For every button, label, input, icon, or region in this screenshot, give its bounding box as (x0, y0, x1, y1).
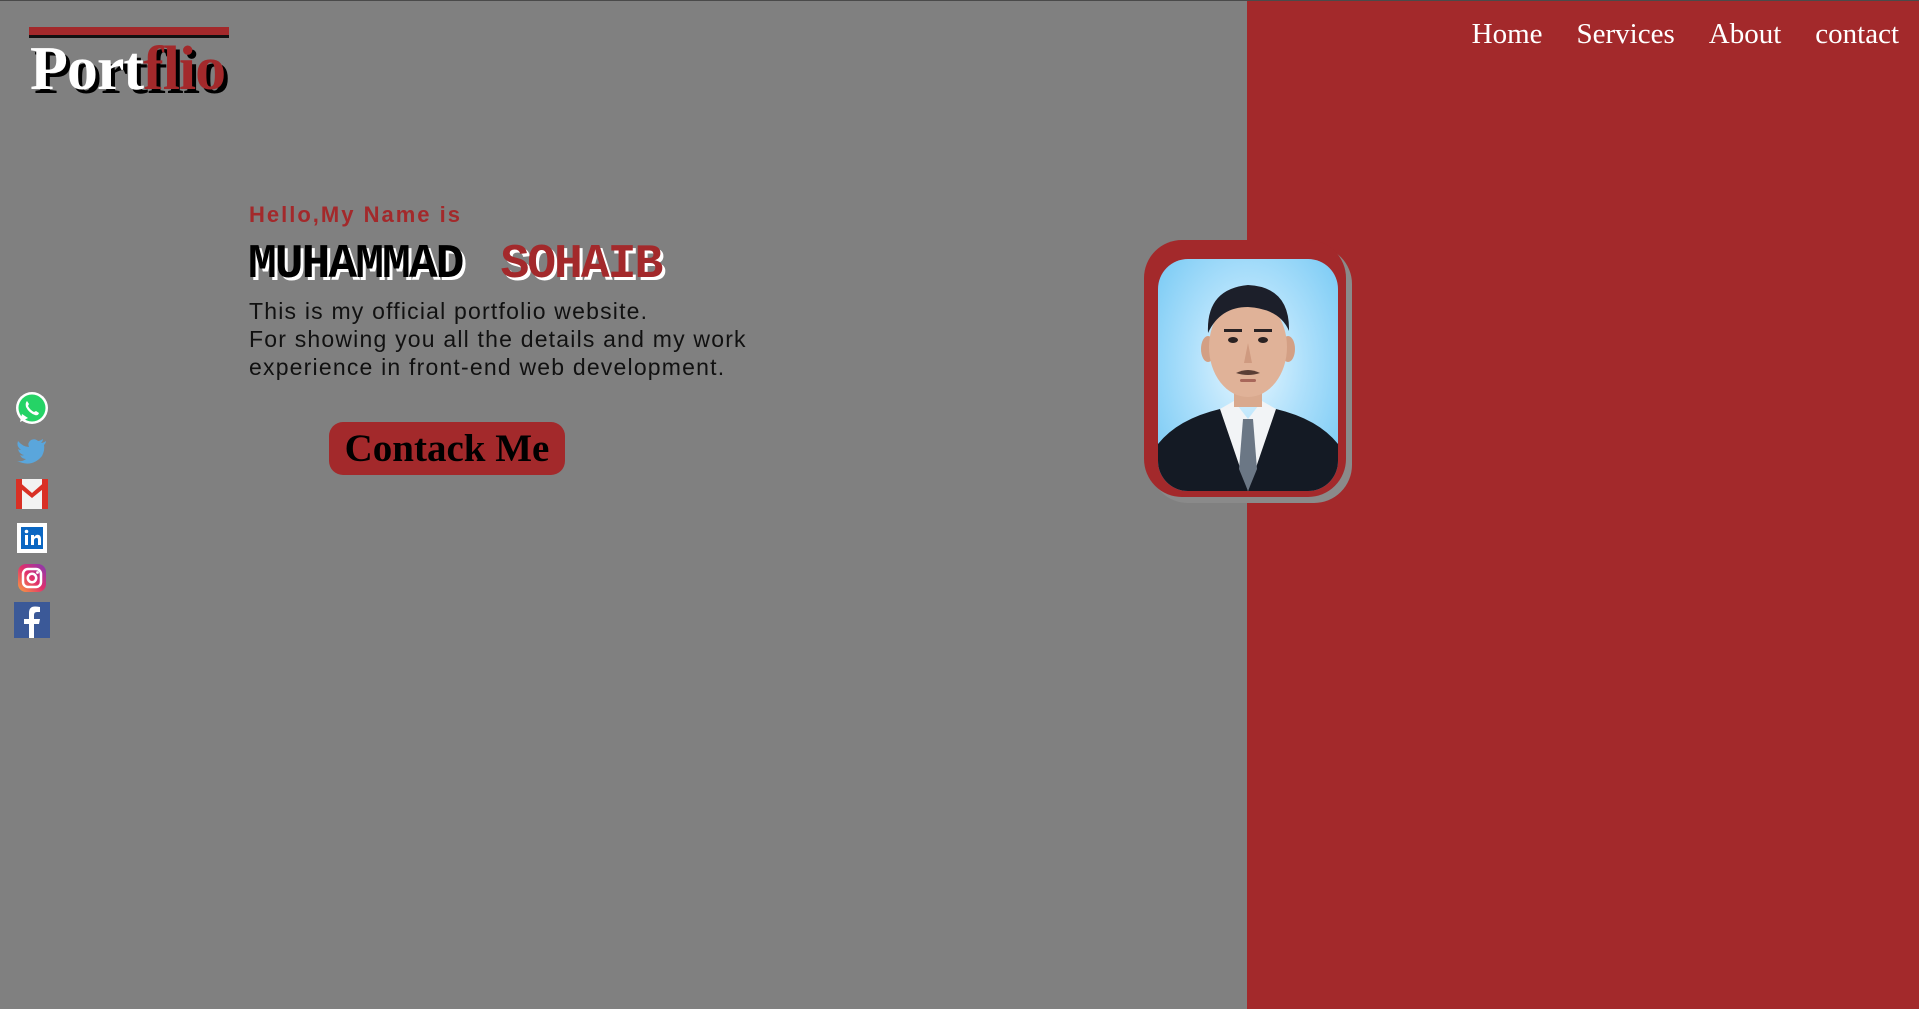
hero-first-name: MUHAMMAD (248, 238, 464, 292)
contact-me-button[interactable]: Contack Me (329, 422, 565, 475)
intro-line: For showing you all the details and my w… (249, 326, 747, 352)
logo-text-part2: flio (143, 35, 226, 103)
twitter-icon[interactable] (14, 432, 50, 468)
gmail-icon[interactable] (14, 475, 50, 511)
whatsapp-icon[interactable] (14, 390, 50, 426)
logo-text-part1: Port (30, 35, 144, 103)
hero-last-name: SOHAIB (500, 238, 663, 292)
profile-photo (1158, 259, 1338, 491)
facebook-icon[interactable] (14, 602, 50, 638)
nav-services-link[interactable]: Services (1577, 14, 1675, 54)
intro-line: experience in front-end web development. (249, 354, 726, 380)
instagram-icon[interactable] (14, 560, 50, 596)
hero-name: MUHAMMAD SOHAIB (248, 237, 663, 293)
linkedin-icon[interactable] (14, 520, 50, 556)
hero-intro: This is my official portfolio website. F… (249, 297, 809, 381)
main-nav: Home Services About contact (1472, 14, 1899, 54)
hero-greeting: Hello,My Name is (249, 202, 462, 227)
site-logo[interactable]: Portflio (30, 31, 226, 107)
nav-about-link[interactable]: About (1709, 14, 1782, 54)
nav-contact-link[interactable]: contact (1815, 14, 1899, 54)
profile-portrait-illustration (1158, 285, 1338, 491)
nav-home-link[interactable]: Home (1472, 14, 1543, 54)
intro-line: This is my official portfolio website. (249, 298, 649, 324)
right-accent-panel (1247, 1, 1919, 1009)
